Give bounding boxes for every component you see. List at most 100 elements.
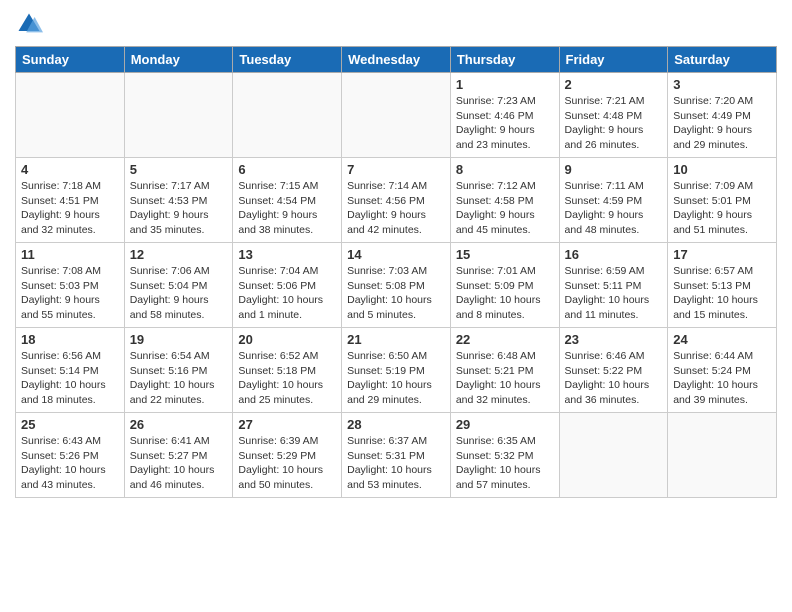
day-info: Sunrise: 6:43 AM Sunset: 5:26 PM Dayligh…: [21, 434, 119, 493]
calendar-cell: 25 Sunrise: 6:43 AM Sunset: 5:26 PM Dayli…: [16, 413, 125, 498]
calendar-cell: 5 Sunrise: 7:17 AM Sunset: 4:53 PM Daylig…: [124, 158, 233, 243]
calendar-cell: 23 Sunrise: 6:46 AM Sunset: 5:22 PM Dayli…: [559, 328, 668, 413]
calendar-cell: [16, 73, 125, 158]
day-number: 11: [21, 247, 119, 262]
calendar-cell: 26 Sunrise: 6:41 AM Sunset: 5:27 PM Dayli…: [124, 413, 233, 498]
logo-icon: [15, 10, 43, 38]
calendar-cell: 2 Sunrise: 7:21 AM Sunset: 4:48 PM Daylig…: [559, 73, 668, 158]
day-number: 17: [673, 247, 771, 262]
header: [15, 10, 777, 38]
day-number: 19: [130, 332, 228, 347]
calendar-cell: [342, 73, 451, 158]
calendar-table: SundayMondayTuesdayWednesdayThursdayFrid…: [15, 46, 777, 498]
day-number: 27: [238, 417, 336, 432]
day-info: Sunrise: 7:11 AM Sunset: 4:59 PM Dayligh…: [565, 179, 663, 238]
day-info: Sunrise: 7:04 AM Sunset: 5:06 PM Dayligh…: [238, 264, 336, 323]
day-number: 20: [238, 332, 336, 347]
day-info: Sunrise: 6:44 AM Sunset: 5:24 PM Dayligh…: [673, 349, 771, 408]
logo: [15, 10, 47, 38]
calendar-cell: 9 Sunrise: 7:11 AM Sunset: 4:59 PM Daylig…: [559, 158, 668, 243]
day-info: Sunrise: 7:12 AM Sunset: 4:58 PM Dayligh…: [456, 179, 554, 238]
day-number: 16: [565, 247, 663, 262]
calendar-cell: [233, 73, 342, 158]
day-number: 21: [347, 332, 445, 347]
calendar-cell: [668, 413, 777, 498]
day-number: 25: [21, 417, 119, 432]
week-row-4: 25 Sunrise: 6:43 AM Sunset: 5:26 PM Dayli…: [16, 413, 777, 498]
calendar-cell: 22 Sunrise: 6:48 AM Sunset: 5:21 PM Dayli…: [450, 328, 559, 413]
day-info: Sunrise: 7:21 AM Sunset: 4:48 PM Dayligh…: [565, 94, 663, 153]
day-info: Sunrise: 7:20 AM Sunset: 4:49 PM Dayligh…: [673, 94, 771, 153]
day-number: 5: [130, 162, 228, 177]
day-info: Sunrise: 6:59 AM Sunset: 5:11 PM Dayligh…: [565, 264, 663, 323]
calendar-cell: 7 Sunrise: 7:14 AM Sunset: 4:56 PM Daylig…: [342, 158, 451, 243]
day-number: 4: [21, 162, 119, 177]
day-number: 6: [238, 162, 336, 177]
day-number: 24: [673, 332, 771, 347]
calendar-cell: 1Sunrise: 7:23 AM Sunset: 4:46 PM Daylig…: [450, 73, 559, 158]
day-number: 14: [347, 247, 445, 262]
day-info: Sunrise: 7:06 AM Sunset: 5:04 PM Dayligh…: [130, 264, 228, 323]
day-number: 28: [347, 417, 445, 432]
calendar-cell: 8 Sunrise: 7:12 AM Sunset: 4:58 PM Daylig…: [450, 158, 559, 243]
day-number: 26: [130, 417, 228, 432]
calendar-cell: 4 Sunrise: 7:18 AM Sunset: 4:51 PM Daylig…: [16, 158, 125, 243]
weekday-header-row: SundayMondayTuesdayWednesdayThursdayFrid…: [16, 47, 777, 73]
calendar-cell: 17 Sunrise: 6:57 AM Sunset: 5:13 PM Dayli…: [668, 243, 777, 328]
calendar-cell: 16 Sunrise: 6:59 AM Sunset: 5:11 PM Dayli…: [559, 243, 668, 328]
day-number: 10: [673, 162, 771, 177]
day-number: 15: [456, 247, 554, 262]
day-number: 7: [347, 162, 445, 177]
calendar-cell: [559, 413, 668, 498]
day-info: Sunrise: 7:01 AM Sunset: 5:09 PM Dayligh…: [456, 264, 554, 323]
weekday-saturday: Saturday: [668, 47, 777, 73]
day-number: 18: [21, 332, 119, 347]
calendar-cell: 21 Sunrise: 6:50 AM Sunset: 5:19 PM Dayli…: [342, 328, 451, 413]
day-info: Sunrise: 7:17 AM Sunset: 4:53 PM Dayligh…: [130, 179, 228, 238]
calendar-cell: 6 Sunrise: 7:15 AM Sunset: 4:54 PM Daylig…: [233, 158, 342, 243]
calendar-cell: 3 Sunrise: 7:20 AM Sunset: 4:49 PM Daylig…: [668, 73, 777, 158]
day-info: Sunrise: 6:35 AM Sunset: 5:32 PM Dayligh…: [456, 434, 554, 493]
calendar-cell: 27 Sunrise: 6:39 AM Sunset: 5:29 PM Dayli…: [233, 413, 342, 498]
day-info: Sunrise: 7:18 AM Sunset: 4:51 PM Dayligh…: [21, 179, 119, 238]
calendar-cell: 13 Sunrise: 7:04 AM Sunset: 5:06 PM Dayli…: [233, 243, 342, 328]
weekday-tuesday: Tuesday: [233, 47, 342, 73]
calendar-cell: 12Sunrise: 7:06 AM Sunset: 5:04 PM Dayli…: [124, 243, 233, 328]
day-info: Sunrise: 7:23 AM Sunset: 4:46 PM Dayligh…: [456, 94, 554, 153]
day-info: Sunrise: 6:57 AM Sunset: 5:13 PM Dayligh…: [673, 264, 771, 323]
day-info: Sunrise: 7:08 AM Sunset: 5:03 PM Dayligh…: [21, 264, 119, 323]
calendar-cell: 14 Sunrise: 7:03 AM Sunset: 5:08 PM Dayli…: [342, 243, 451, 328]
calendar-cell: 28 Sunrise: 6:37 AM Sunset: 5:31 PM Dayli…: [342, 413, 451, 498]
day-info: Sunrise: 7:14 AM Sunset: 4:56 PM Dayligh…: [347, 179, 445, 238]
day-info: Sunrise: 6:39 AM Sunset: 5:29 PM Dayligh…: [238, 434, 336, 493]
day-number: 29: [456, 417, 554, 432]
day-number: 9: [565, 162, 663, 177]
page-container: SundayMondayTuesdayWednesdayThursdayFrid…: [0, 0, 792, 508]
weekday-sunday: Sunday: [16, 47, 125, 73]
day-info: Sunrise: 6:56 AM Sunset: 5:14 PM Dayligh…: [21, 349, 119, 408]
day-number: 3: [673, 77, 771, 92]
day-info: Sunrise: 6:52 AM Sunset: 5:18 PM Dayligh…: [238, 349, 336, 408]
calendar-cell: 11 Sunrise: 7:08 AM Sunset: 5:03 PM Dayli…: [16, 243, 125, 328]
day-info: Sunrise: 6:37 AM Sunset: 5:31 PM Dayligh…: [347, 434, 445, 493]
day-number: 22: [456, 332, 554, 347]
day-number: 23: [565, 332, 663, 347]
day-number: 2: [565, 77, 663, 92]
day-info: Sunrise: 7:15 AM Sunset: 4:54 PM Dayligh…: [238, 179, 336, 238]
day-info: Sunrise: 6:54 AM Sunset: 5:16 PM Dayligh…: [130, 349, 228, 408]
week-row-0: 1Sunrise: 7:23 AM Sunset: 4:46 PM Daylig…: [16, 73, 777, 158]
calendar-cell: 10 Sunrise: 7:09 AM Sunset: 5:01 PM Dayli…: [668, 158, 777, 243]
week-row-3: 18 Sunrise: 6:56 AM Sunset: 5:14 PM Dayli…: [16, 328, 777, 413]
day-number: 13: [238, 247, 336, 262]
calendar-cell: 15 Sunrise: 7:01 AM Sunset: 5:09 PM Dayli…: [450, 243, 559, 328]
day-info: Sunrise: 6:48 AM Sunset: 5:21 PM Dayligh…: [456, 349, 554, 408]
calendar-cell: [124, 73, 233, 158]
day-info: Sunrise: 6:50 AM Sunset: 5:19 PM Dayligh…: [347, 349, 445, 408]
week-row-1: 4 Sunrise: 7:18 AM Sunset: 4:51 PM Daylig…: [16, 158, 777, 243]
day-number: 8: [456, 162, 554, 177]
day-info: Sunrise: 7:09 AM Sunset: 5:01 PM Dayligh…: [673, 179, 771, 238]
day-info: Sunrise: 7:03 AM Sunset: 5:08 PM Dayligh…: [347, 264, 445, 323]
day-info: Sunrise: 6:46 AM Sunset: 5:22 PM Dayligh…: [565, 349, 663, 408]
day-info: Sunrise: 6:41 AM Sunset: 5:27 PM Dayligh…: [130, 434, 228, 493]
weekday-thursday: Thursday: [450, 47, 559, 73]
